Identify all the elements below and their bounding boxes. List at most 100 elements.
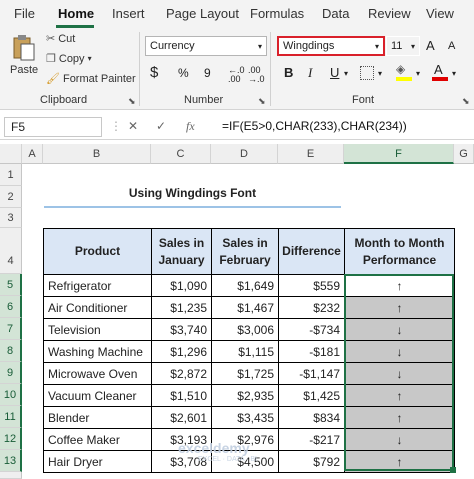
chevron-down-icon[interactable]: ▾	[416, 69, 420, 78]
row-header[interactable]	[0, 472, 22, 479]
cell-feb[interactable]: $1,467	[211, 296, 279, 319]
cell-product[interactable]: Television	[43, 318, 152, 341]
currency-format-button[interactable]: $	[150, 64, 158, 81]
chevron-down-icon[interactable]: ▾	[378, 69, 382, 78]
cell-diff[interactable]: $1,425	[278, 384, 345, 407]
tab-page-layout[interactable]: Page Layout	[166, 6, 239, 21]
column-header-b[interactable]: B	[43, 144, 151, 164]
cell-jan[interactable]: $2,601	[151, 406, 212, 429]
cell-feb[interactable]: $3,006	[211, 318, 279, 341]
row-header[interactable]: 13	[0, 450, 22, 472]
decrease-decimal-button[interactable]: .00 →.0	[248, 66, 266, 84]
header-sales-january[interactable]: Sales in January	[151, 228, 212, 275]
column-header-d[interactable]: D	[211, 144, 278, 164]
tab-file[interactable]: File	[14, 6, 35, 21]
cell-feb[interactable]: $1,725	[211, 362, 279, 385]
cell-jan[interactable]: $1,510	[151, 384, 212, 407]
dialog-launcher-icon[interactable]: ⬊	[128, 96, 136, 107]
cell-product[interactable]: Vacuum Cleaner	[43, 384, 152, 407]
shrink-font-button[interactable]: A	[448, 40, 455, 52]
format-painter-button[interactable]: 🖌 Format Painter	[46, 72, 136, 86]
cell-product[interactable]: Blender	[43, 406, 152, 429]
cell-diff[interactable]: -$1,147	[278, 362, 345, 385]
cell-feb[interactable]: $2,935	[211, 384, 279, 407]
cancel-icon[interactable]: ✕	[128, 119, 138, 133]
chevron-down-icon[interactable]: ▾	[344, 69, 348, 78]
cell-product[interactable]: Hair Dryer	[43, 450, 152, 473]
cut-button[interactable]: ✂ Cut	[46, 32, 75, 46]
cell-performance-active[interactable]: ↑	[344, 274, 455, 297]
cell-product[interactable]: Washing Machine	[43, 340, 152, 363]
tab-formulas[interactable]: Formulas	[250, 6, 304, 21]
cell-product[interactable]: Refrigerator	[43, 274, 152, 297]
comma-format-button[interactable]: 9	[204, 66, 211, 80]
row-header[interactable]: 10	[0, 384, 22, 406]
cell-product[interactable]: Microwave Oven	[43, 362, 152, 385]
column-header-c[interactable]: C	[151, 144, 211, 164]
cell-performance[interactable]: ↑	[344, 296, 455, 319]
grow-font-button[interactable]: A	[426, 38, 435, 53]
header-product[interactable]: Product	[43, 228, 152, 275]
row-header[interactable]: 8	[0, 340, 22, 362]
paste-button[interactable]: Paste	[10, 34, 38, 76]
copy-button[interactable]: ❐ Copy ▾	[46, 52, 92, 66]
row-header[interactable]: 4	[0, 228, 22, 274]
header-sales-february[interactable]: Sales in February	[211, 228, 279, 275]
cell-diff[interactable]: $232	[278, 296, 345, 319]
underline-button[interactable]: U	[330, 65, 339, 80]
font-name-dropdown[interactable]: Wingdings ▾	[277, 36, 385, 56]
cell-performance[interactable]: ↓	[344, 340, 455, 363]
cell-performance[interactable]: ↑	[344, 406, 455, 429]
tab-review[interactable]: Review	[368, 6, 411, 21]
bold-button[interactable]: B	[284, 65, 293, 80]
tab-insert[interactable]: Insert	[112, 6, 145, 21]
header-performance[interactable]: Month to Month Performance	[344, 228, 455, 275]
chevron-down-icon[interactable]: ▾	[452, 69, 456, 78]
cell-feb[interactable]: $3,435	[211, 406, 279, 429]
tab-home[interactable]: Home	[58, 6, 94, 21]
font-color-button[interactable]: A	[432, 62, 448, 82]
cell-diff[interactable]: $792	[278, 450, 345, 473]
column-header-g[interactable]: G	[454, 144, 474, 164]
cell-performance[interactable]: ↑	[344, 384, 455, 407]
fill-handle[interactable]	[450, 467, 456, 473]
italic-button[interactable]: I	[308, 65, 312, 81]
cell-feb[interactable]: $1,649	[211, 274, 279, 297]
tab-data[interactable]: Data	[322, 6, 349, 21]
font-size-dropdown[interactable]: 11 ▾	[386, 36, 420, 56]
row-header[interactable]: 9	[0, 362, 22, 384]
increase-decimal-button[interactable]: ←.0 .00	[228, 66, 245, 84]
dialog-launcher-icon[interactable]: ⬊	[258, 96, 266, 107]
column-header-a[interactable]: A	[22, 144, 43, 164]
column-header-e[interactable]: E	[278, 144, 344, 164]
select-all-corner[interactable]	[0, 144, 22, 164]
percent-format-button[interactable]: %	[178, 66, 189, 80]
cell-performance[interactable]: ↓	[344, 362, 455, 385]
cell-diff[interactable]: -$734	[278, 318, 345, 341]
cell-diff[interactable]: $559	[278, 274, 345, 297]
cell-performance[interactable]: ↓	[344, 318, 455, 341]
name-box[interactable]: F5	[4, 117, 102, 137]
row-header[interactable]: 5	[0, 274, 22, 296]
cell-performance[interactable]: ↓	[344, 428, 455, 451]
cell-jan[interactable]: $2,872	[151, 362, 212, 385]
dialog-launcher-icon[interactable]: ⬊	[462, 96, 470, 107]
row-header[interactable]: 7	[0, 318, 22, 340]
cell-jan[interactable]: $1,090	[151, 274, 212, 297]
cell-feb[interactable]: $1,115	[211, 340, 279, 363]
cell-jan[interactable]: $3,740	[151, 318, 212, 341]
cell-diff[interactable]: -$217	[278, 428, 345, 451]
column-header-f[interactable]: F	[344, 144, 454, 164]
row-header[interactable]: 6	[0, 296, 22, 318]
enter-icon[interactable]: ✓	[156, 119, 166, 133]
formula-input[interactable]: =IF(E5>0,CHAR(233),CHAR(234))	[222, 119, 407, 133]
insert-function-icon[interactable]: fx	[186, 119, 195, 134]
row-header[interactable]: 3	[0, 208, 22, 228]
tab-view[interactable]: View	[426, 6, 454, 21]
row-header[interactable]: 12	[0, 428, 22, 450]
fill-color-button[interactable]: ◈	[396, 62, 412, 82]
cell-product[interactable]: Coffee Maker	[43, 428, 152, 451]
cell-jan[interactable]: $1,235	[151, 296, 212, 319]
borders-icon[interactable]	[360, 66, 374, 80]
row-header[interactable]: 11	[0, 406, 22, 428]
